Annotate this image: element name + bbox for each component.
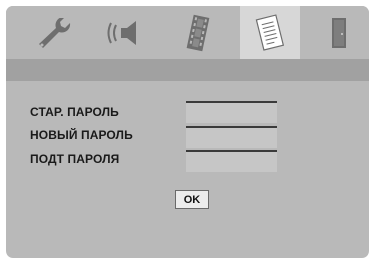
tab-general-setup[interactable] — [26, 6, 84, 59]
old-password-field[interactable] — [186, 101, 277, 123]
tab-exit[interactable] — [316, 6, 362, 59]
menu-title-bar — [6, 59, 369, 81]
ok-button[interactable]: OK — [175, 190, 209, 209]
old-password-label: СТАР. ПАРОЛЬ — [30, 105, 119, 119]
confirm-password-label: ПОДТ ПАРОЛЯ — [30, 152, 120, 166]
menu-icon-bar — [6, 6, 369, 59]
setup-menu-screen: СТАР. ПАРОЛЬ НОВЫЙ ПАРОЛЬ ПОДТ ПАРОЛЯ OK — [6, 6, 369, 258]
tab-audio-setup[interactable] — [96, 6, 156, 59]
tab-preferences[interactable] — [240, 6, 300, 59]
wrench-icon — [35, 17, 75, 48]
film-icon — [183, 14, 213, 52]
new-password-label: НОВЫЙ ПАРОЛЬ — [30, 128, 133, 142]
door-exit-icon — [329, 17, 349, 49]
confirm-password-field[interactable] — [186, 150, 277, 172]
document-icon — [254, 13, 286, 52]
speaker-icon — [106, 17, 146, 49]
tab-video-setup[interactable] — [169, 6, 227, 59]
new-password-field[interactable] — [186, 126, 277, 148]
